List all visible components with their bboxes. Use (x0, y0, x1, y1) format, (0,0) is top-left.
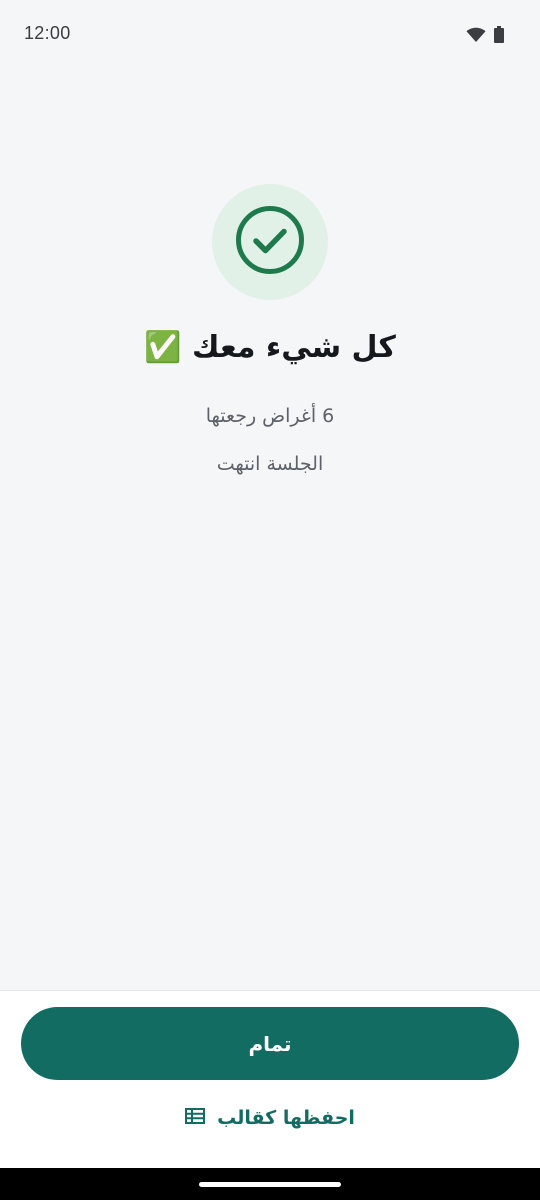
items-returned-text: 6 أغراض رجعتها (205, 405, 335, 427)
status-time: 12:00 (24, 23, 71, 43)
success-badge (212, 184, 328, 300)
save-as-template-button[interactable]: احفظها كقالب (0, 1107, 540, 1129)
status-icons (466, 26, 504, 47)
table-icon (185, 1107, 206, 1129)
session-status-text: الجلسة انتهت (216, 453, 324, 475)
screen: 12:00 كل شيء معك ✅ 6 أغراض رجعتها الجلسة… (0, 0, 540, 1200)
home-handle[interactable] (199, 1182, 341, 1187)
status-bar: 12:00 (0, 0, 540, 68)
check-circle-icon (234, 204, 306, 280)
wifi-icon (466, 27, 486, 47)
system-nav-bar (0, 1168, 540, 1200)
done-button[interactable]: تمام (21, 1007, 519, 1080)
bottom-action-sheet: تمام احفظها كقالب (0, 990, 540, 1169)
page-title: كل شيء معك ✅ (144, 330, 396, 365)
save-as-template-label: احفظها كقالب (217, 1107, 355, 1129)
battery-icon (494, 26, 504, 47)
